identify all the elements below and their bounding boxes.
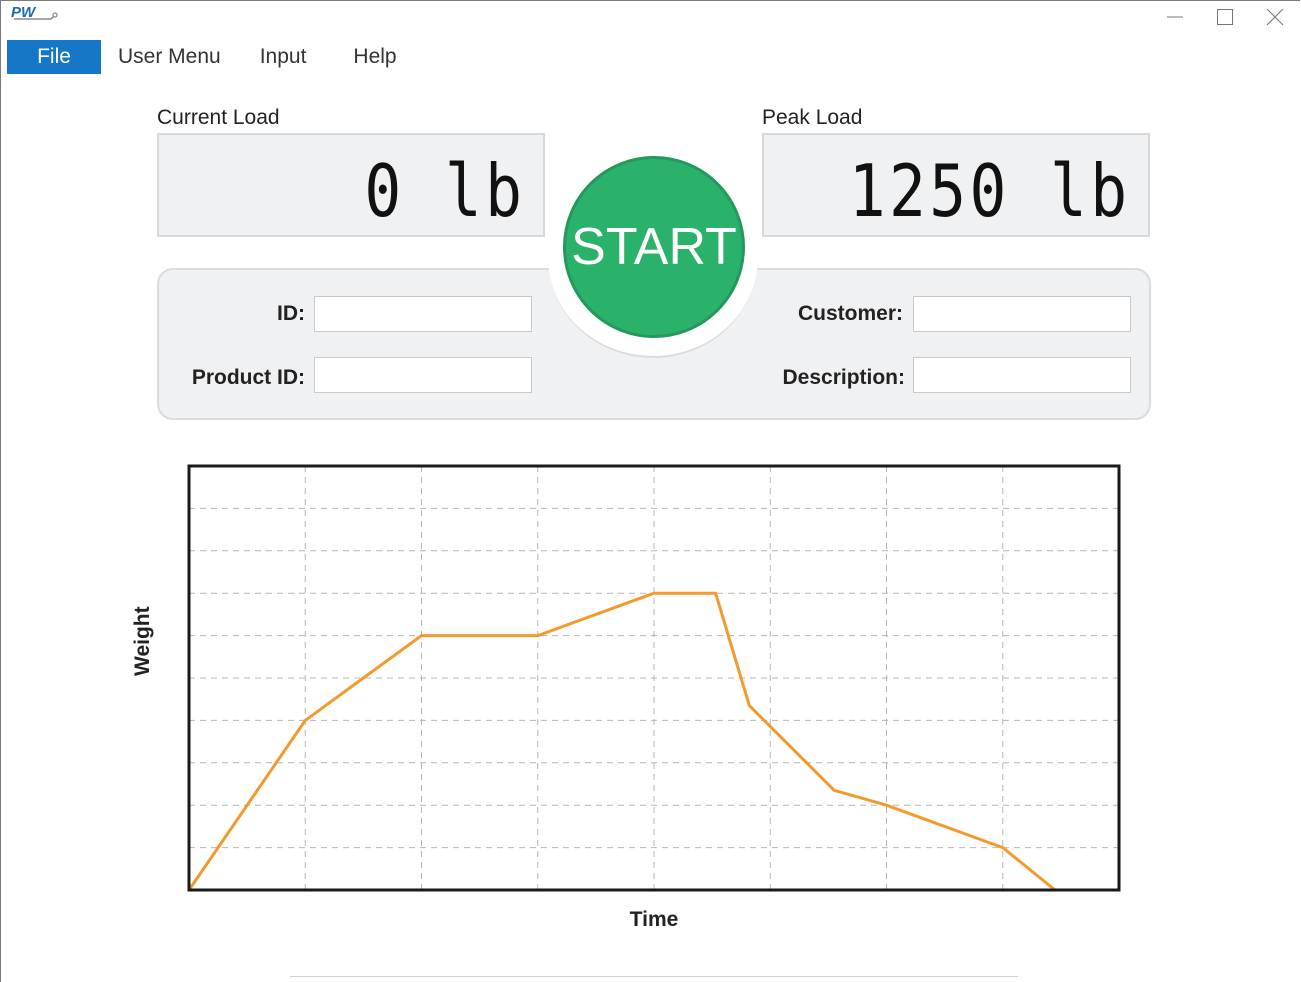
chart-x-axis-label: Time bbox=[629, 908, 679, 931]
bottom-divider bbox=[290, 976, 1018, 977]
weight-time-chart bbox=[187, 464, 1121, 892]
chart-y-axis-label: Weight bbox=[131, 606, 154, 676]
